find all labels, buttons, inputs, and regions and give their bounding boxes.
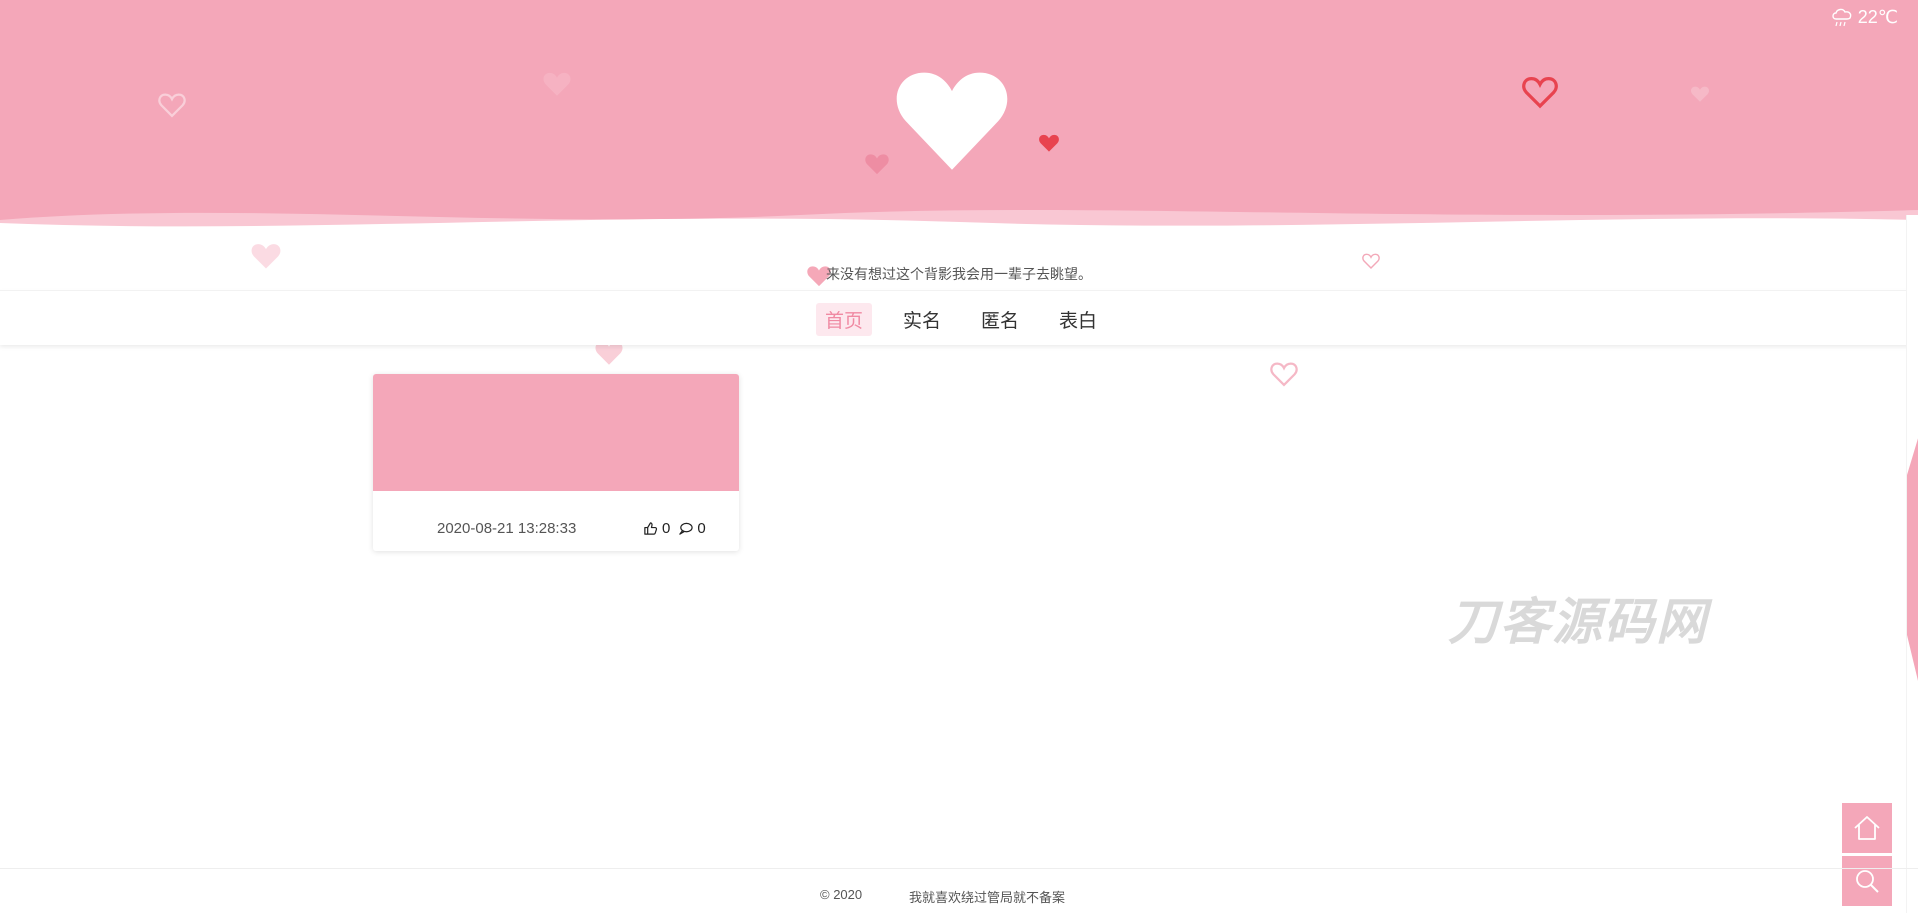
post-date: 2020-08-21 13:28:33 (437, 520, 577, 537)
post-cover-image[interactable] (373, 374, 739, 491)
footer: © 2020 我就喜欢绕过管局就不备案 (0, 868, 1918, 913)
post-comment-count: 0 (697, 520, 706, 537)
footer-copyright: © 2020 (820, 887, 863, 902)
home-button[interactable] (1842, 803, 1892, 853)
scrollbar[interactable] (1906, 215, 1918, 913)
decorative-heart-icon (1690, 86, 1710, 102)
page: 22℃ 来没有想过这个背影我会用一辈子去眺望。 首页 实名 匿名 表白 2020… (0, 0, 1918, 913)
main-nav: 首页 实名 匿名 表白 (0, 290, 1918, 345)
post-stats: 0 0 (643, 520, 706, 537)
watermark: 刀客源码网 (1448, 594, 1708, 650)
decorative-heart-icon (1039, 134, 1059, 152)
post-like-count: 0 (662, 520, 671, 537)
nav-item-realname[interactable]: 实名 (894, 303, 950, 336)
weather-temperature: 22℃ (1857, 6, 1898, 27)
thumbs-up-icon[interactable] (643, 521, 658, 536)
heart-icon (896, 72, 1008, 170)
comment-icon[interactable] (678, 521, 694, 536)
decorative-heart-icon (158, 93, 186, 118)
site-subtitle: 来没有想过这个背影我会用一辈子去眺望。 (826, 266, 1092, 282)
footer-beian-link[interactable]: 我就喜欢绕过管局就不备案 (909, 887, 1065, 906)
post-card[interactable]: 2020-08-21 13:28:33 0 0 (373, 374, 739, 551)
header-banner: 22℃ (0, 0, 1918, 240)
rain-cloud-icon (1832, 8, 1852, 27)
wave-divider (0, 210, 1918, 240)
decorative-heart-icon (543, 72, 571, 96)
nav-item-home[interactable]: 首页 (816, 303, 873, 336)
decorative-heart-icon (865, 154, 889, 175)
decorative-heart-icon (1522, 77, 1558, 109)
decorative-heart-icon (1270, 362, 1298, 387)
nav-item-anonymous[interactable]: 匿名 (972, 303, 1028, 336)
nav-item-confession[interactable]: 表白 (1050, 303, 1106, 336)
home-icon (1854, 816, 1880, 840)
weather-widget[interactable]: 22℃ (1830, 6, 1898, 28)
